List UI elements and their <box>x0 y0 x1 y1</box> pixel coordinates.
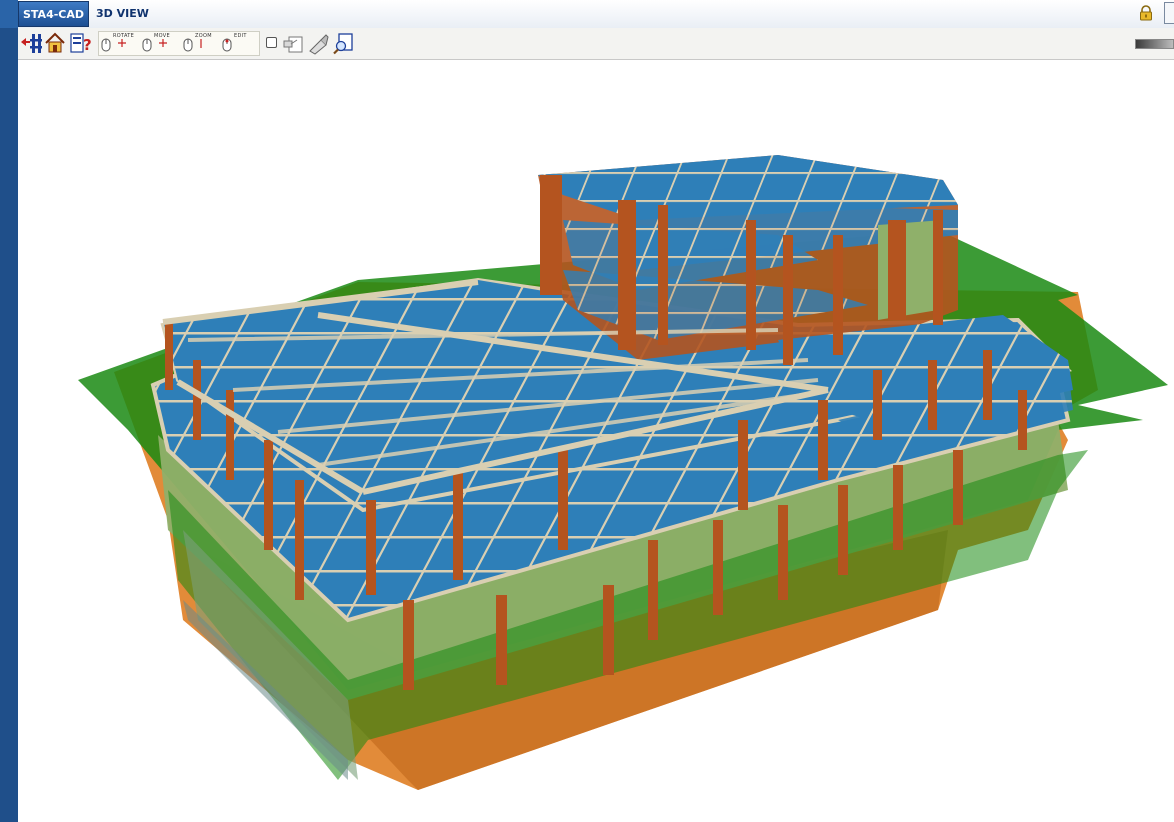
copy-view-icon[interactable] <box>282 31 304 55</box>
app-tab[interactable]: STA4-CAD <box>18 1 89 27</box>
3d-viewport[interactable] <box>18 60 1174 822</box>
zoom-mode[interactable]: ZOOM <box>182 32 222 55</box>
exit-plan-icon[interactable] <box>20 31 42 55</box>
move-label: MOVE <box>154 33 170 39</box>
toolbar: ? ROTATE MOVE ZOOM EDIT <box>18 28 1174 60</box>
mouse-mode-group: ROTATE MOVE ZOOM EDIT <box>98 31 260 56</box>
rotate-mode[interactable]: ROTATE <box>100 32 140 55</box>
view-checkbox[interactable] <box>266 37 277 48</box>
help-icon[interactable]: ? <box>70 31 92 55</box>
lock-icon[interactable] <box>1138 5 1154 21</box>
svg-text:?: ? <box>83 36 92 54</box>
left-window-strip <box>0 0 18 822</box>
progress-indicator <box>1135 39 1174 49</box>
move-mode[interactable]: MOVE <box>141 32 181 55</box>
window-button[interactable] <box>1164 2 1174 24</box>
title-bar: STA4-CAD 3D VIEW <box>18 0 1174 29</box>
edit-mode[interactable]: EDIT <box>221 32 261 55</box>
rotate-label: ROTATE <box>113 33 135 39</box>
render-icon[interactable] <box>307 31 329 55</box>
print-preview-icon[interactable] <box>332 31 354 55</box>
zoom-label: ZOOM <box>195 33 212 39</box>
edit-label: EDIT <box>234 33 247 39</box>
home-icon[interactable] <box>44 31 66 55</box>
building-3d-model[interactable] <box>18 60 1174 822</box>
view-title: 3D VIEW <box>96 7 149 20</box>
